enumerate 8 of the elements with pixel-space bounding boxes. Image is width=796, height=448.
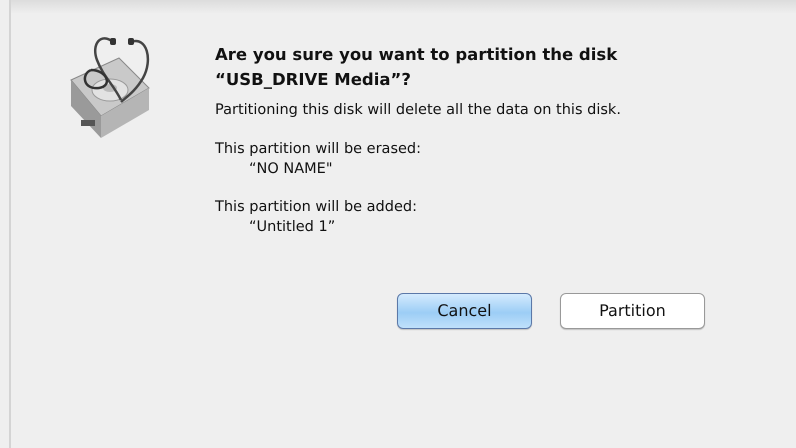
dialog-button[interactable]: Partition	[560, 293, 705, 329]
default-button[interactable]: Cancel	[397, 293, 532, 329]
partition-name: “Untitled 1”	[248, 218, 336, 237]
partition-name: “NO NAME"	[248, 160, 332, 179]
alert-title: Are you sure you want to partition the disk “USB_DRIVE Media”?	[215, 44, 618, 91]
section-label: This partition will be added:	[215, 198, 417, 217]
alert-message: Partitioning this disk will delete all the data on this disk.	[215, 101, 622, 120]
section-label: This partition will be erased:	[215, 140, 422, 159]
